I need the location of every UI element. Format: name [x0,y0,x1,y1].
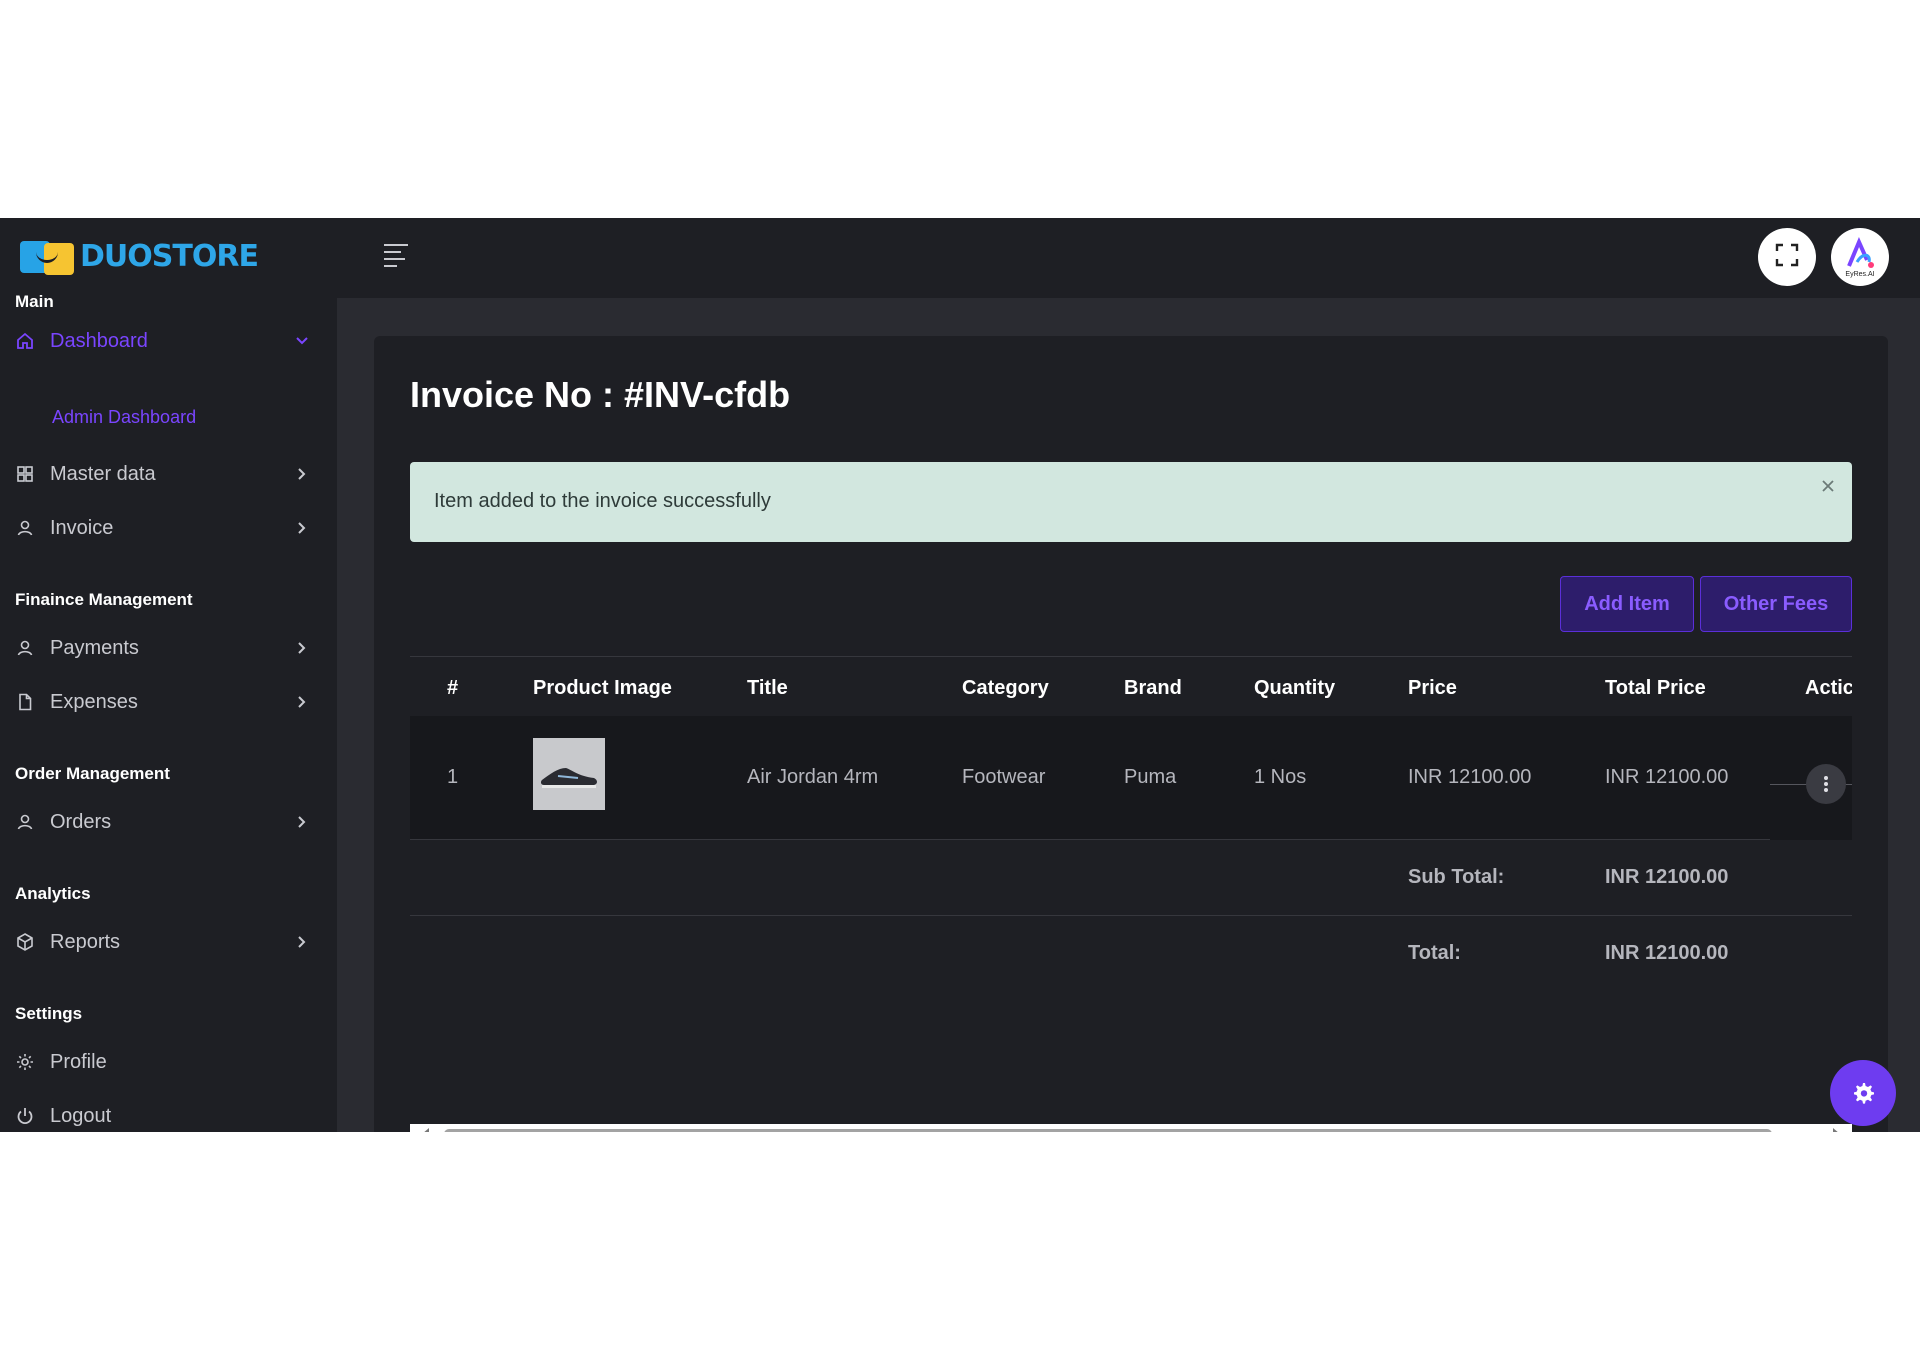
column-header: Total Price [1605,677,1706,699]
scroll-left-arrow-icon[interactable] [422,1128,429,1132]
gear-icon [15,1052,35,1072]
sidebar-item-label: Orders [50,810,112,833]
sidebar-item-logout[interactable]: Logout [0,1096,337,1132]
fullscreen-icon [1774,242,1800,273]
scroll-right-arrow-icon[interactable] [1833,1128,1840,1132]
theme-settings-button[interactable] [1830,1060,1896,1126]
section-main: Main [15,292,54,311]
total-row: Total: INR 12100.00 [410,916,1852,992]
user-icon [15,812,35,832]
sidebar-item-expenses[interactable]: Expenses [0,682,337,722]
other-fees-button[interactable]: Other Fees [1700,576,1852,632]
top-header: EyRes.AI [337,218,1920,298]
product-brand: Puma [1124,766,1177,788]
product-total-price: INR 12100.00 [1605,766,1729,788]
total-value: INR 12100.00 [1605,942,1729,964]
table-horizontal-scrollbar[interactable] [410,1124,1852,1132]
section-analytics: Analytics [15,884,91,903]
brand-name: DUOSTORE [80,238,259,274]
product-image [533,738,605,810]
kebab-icon [1824,776,1828,792]
column-header: Quantity [1254,677,1336,699]
section-settings: Settings [15,1004,83,1023]
chevron-right-icon [292,518,312,538]
chevron-right-icon [292,812,312,832]
column-header: Title [747,677,788,699]
sidebar-item-label: Master data [50,462,156,485]
column-header: # [447,677,459,699]
subtotal-label: Sub Total: [1408,866,1505,888]
product-quantity: 1 Nos [1254,766,1307,788]
gear-icon [1854,1083,1874,1104]
chevron-right-icon [292,464,312,484]
product-category: Footwear [962,766,1046,788]
user-icon [15,638,35,658]
file-icon [15,692,35,712]
sidebar-item-label: Dashboard [50,329,148,352]
grid-icon [15,464,35,484]
sidebar-item-label: Expenses [50,690,138,713]
user-avatar[interactable]: EyRes.AI [1831,228,1889,286]
logo-mark-icon [20,237,76,275]
box-icon [15,932,35,952]
app-shell: DUOSTORE Main Dashboard Admin Dashboard … [0,218,1920,1132]
sidebar-item-label: Payments [50,636,139,659]
column-header: Price [1408,677,1457,699]
chevron-right-icon [292,638,312,658]
avatar-logo-icon: EyRes.AI [1845,236,1875,278]
shoe-icon [540,768,597,788]
invoice-card: Invoice No : #INV-cfdb Item added to the… [374,336,1888,1132]
brand-logo[interactable]: DUOSTORE [20,236,259,276]
row-index: 1 [447,766,459,788]
scrollbar-thumb[interactable] [444,1129,1772,1132]
section-orders: Order Management [15,764,170,783]
sidebar-item-label: Invoice [50,516,114,539]
table-row: 1 Air Jordan 4rm Footwear Puma 1 Nos INR… [410,716,1852,840]
home-icon [15,331,35,351]
section-finance: Finaince Management [15,590,193,609]
sidebar: DUOSTORE Main Dashboard Admin Dashboard … [0,218,337,1132]
column-header: Category [962,677,1049,699]
alert-message: Item added to the invoice successfully [434,490,771,512]
avatar-text: EyRes.AI [1845,271,1874,278]
sidebar-item-payments[interactable]: Payments [0,628,337,668]
product-price: INR 12100.00 [1408,766,1532,788]
product-title: Air Jordan 4rm [747,766,879,788]
sidebar-subitem-admin-dashboard[interactable]: Admin Dashboard [52,407,196,428]
sidebar-item-label: Logout [50,1104,112,1127]
sidebar-item-label: Profile [50,1050,107,1073]
table-header: # Product Image Title Category Brand Qua… [410,656,1852,716]
page-title: Invoice No : #INV-cfdb [410,374,791,415]
column-header: Brand [1124,677,1182,699]
subtotal-value: INR 12100.00 [1605,866,1729,888]
chevron-down-icon [292,331,312,351]
user-icon [15,518,35,538]
row-actions-button[interactable] [1806,764,1846,804]
sidebar-item-invoice[interactable]: Invoice [0,508,337,548]
column-header: Actic [1805,677,1852,699]
sidebar-item-master-data[interactable]: Master data [0,454,337,494]
add-item-button[interactable]: Add Item [1560,576,1694,632]
total-label: Total: [1408,942,1461,964]
column-header: Product Image [533,677,672,699]
fullscreen-button[interactable] [1758,228,1816,286]
sidebar-item-profile[interactable]: Profile [0,1042,337,1082]
power-icon [15,1106,35,1126]
sidebar-item-label: Reports [50,930,121,953]
close-icon[interactable] [1818,476,1838,496]
success-alert: Item added to the invoice successfully [410,462,1852,542]
sidebar-item-dashboard[interactable]: Dashboard [0,321,337,361]
sidebar-item-orders[interactable]: Orders [0,802,337,842]
chevron-right-icon [292,932,312,952]
subtotal-row: Sub Total: INR 12100.00 [410,840,1852,916]
chevron-right-icon [292,692,312,712]
menu-icon[interactable] [381,240,411,270]
sidebar-item-reports[interactable]: Reports [0,922,337,962]
invoice-items-table: # Product Image Title Category Brand Qua… [410,656,1852,1016]
